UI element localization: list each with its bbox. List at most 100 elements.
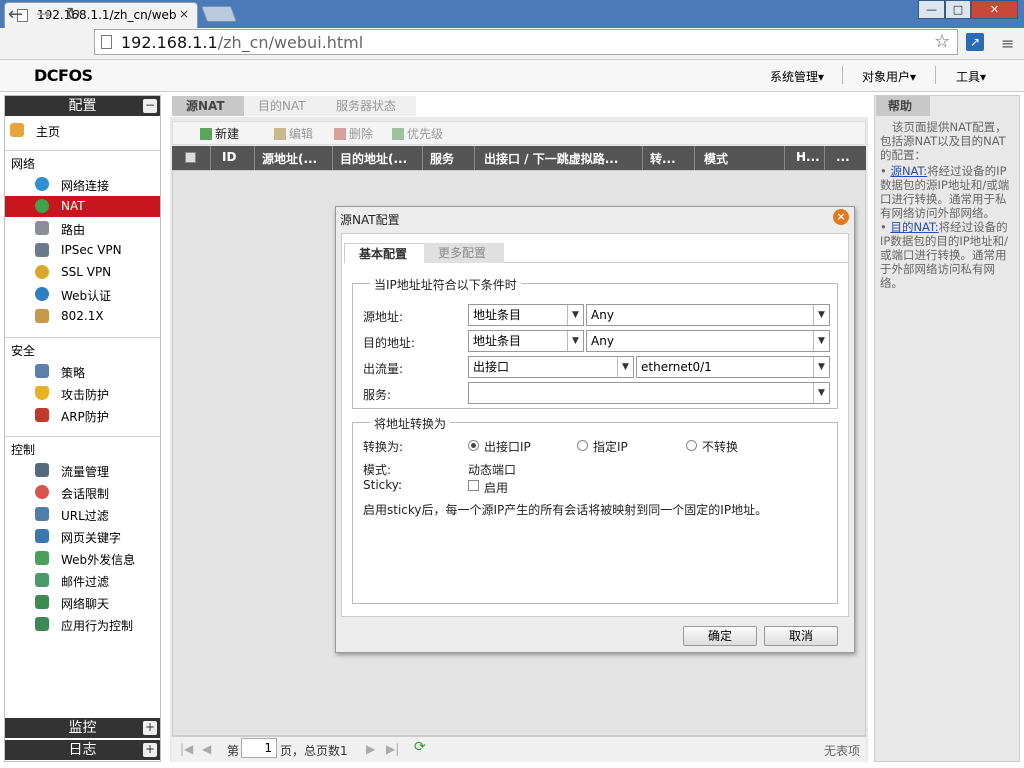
- sidebar-header-config[interactable]: 配置 −: [5, 96, 160, 116]
- vpn-icon: [35, 243, 49, 257]
- sidebar-item-web-auth[interactable]: Web认证: [5, 284, 160, 305]
- col-service[interactable]: 服务: [430, 150, 454, 167]
- sidebar-divider: [5, 337, 160, 338]
- window-close-button[interactable]: ✕: [971, 0, 1018, 19]
- sticky-checkbox[interactable]: [468, 480, 479, 491]
- radio-specified-ip-label[interactable]: 指定IP: [593, 438, 628, 455]
- ok-button[interactable]: 确定: [683, 626, 757, 646]
- last-page-icon[interactable]: ▶|: [386, 742, 399, 756]
- ssl-icon: [35, 265, 49, 279]
- browser-menu-icon[interactable]: ≡: [1001, 34, 1014, 53]
- source-address-type-select[interactable]: 地址条目 ▼: [468, 304, 584, 326]
- col-translate[interactable]: 转...: [650, 150, 676, 167]
- empty-indicator: 无表项: [824, 744, 861, 758]
- tab-server-status[interactable]: 服务器状态: [322, 96, 416, 116]
- tab-destination-nat[interactable]: 目的NAT: [244, 96, 328, 116]
- help-title: 帮助: [876, 96, 930, 116]
- page-total: 页，总页数1: [280, 744, 348, 758]
- col-more[interactable]: ...: [836, 150, 850, 164]
- sidebar-item-attack-defense[interactable]: 攻击防护: [5, 383, 160, 404]
- sidebar-item-network-connection[interactable]: 网络连接: [5, 174, 160, 195]
- bookmark-star-icon[interactable]: ☆: [934, 31, 950, 52]
- tab-source-nat[interactable]: 源NAT: [172, 96, 250, 116]
- collapse-icon[interactable]: −: [143, 99, 157, 113]
- sidebar-item-traffic-management[interactable]: 流量管理: [5, 460, 160, 481]
- keyword-icon: [35, 529, 49, 543]
- browser-tab[interactable]: 192.168.1.1/zh_cn/webui.html ×: [4, 2, 198, 28]
- prev-page-icon[interactable]: ◀: [202, 742, 211, 756]
- menu-system-admin[interactable]: 系统管理▾: [770, 68, 824, 85]
- col-h[interactable]: H...: [796, 150, 820, 164]
- sidebar-item-home[interactable]: 主页: [5, 120, 160, 141]
- web-auth-icon: [35, 287, 49, 301]
- reload-icon[interactable]: ↻: [66, 4, 81, 25]
- sidebar-section-logs[interactable]: 日志 +: [5, 740, 160, 760]
- radio-specified-ip[interactable]: [577, 440, 588, 451]
- egress-type-select[interactable]: 出接口 ▼: [468, 356, 634, 378]
- radio-egress-ip-label[interactable]: 出接口IP: [484, 438, 531, 455]
- egress-interface-select[interactable]: ethernet0/1 ▼: [636, 356, 830, 378]
- col-egress[interactable]: 出接口 / 下一跳虚拟路...: [484, 150, 618, 167]
- sidebar-item-mail-filter[interactable]: 邮件过滤: [5, 570, 160, 591]
- dialog-close-icon[interactable]: ×: [833, 209, 849, 225]
- tab-basic-config[interactable]: 基本配置: [344, 243, 426, 263]
- radio-no-translate[interactable]: [686, 440, 697, 451]
- sidebar-item-ipsec-vpn[interactable]: IPSec VPN: [5, 240, 160, 261]
- service-select[interactable]: ▼: [468, 382, 830, 404]
- menu-divider: [842, 66, 843, 84]
- sidebar-item-ssl-vpn[interactable]: SSL VPN: [5, 262, 160, 283]
- extension-icon[interactable]: ↗: [966, 33, 984, 51]
- destination-address-type-select[interactable]: 地址条目 ▼: [468, 330, 584, 352]
- destination-address-value-select[interactable]: Any ▼: [586, 330, 830, 352]
- next-page-icon[interactable]: ▶: [366, 742, 375, 756]
- expand-icon[interactable]: +: [143, 743, 157, 757]
- browser-tab-title: 192.168.1.1/zh_cn/webui.html: [37, 8, 177, 22]
- expand-icon[interactable]: +: [143, 721, 157, 735]
- cancel-button[interactable]: 取消: [764, 626, 838, 646]
- menu-tools[interactable]: 工具▾: [956, 68, 986, 85]
- select-all-checkbox[interactable]: [185, 152, 196, 163]
- sidebar-item-app-control[interactable]: 应用行为控制: [5, 614, 160, 635]
- globe-icon: [35, 177, 49, 191]
- address-bar[interactable]: 192.168.1.1/zh_cn/webui.html: [94, 29, 958, 55]
- sidebar-item-session-limit[interactable]: 会话限制: [5, 482, 160, 503]
- first-page-icon[interactable]: |◀: [180, 742, 193, 756]
- source-address-value-select[interactable]: Any ▼: [586, 304, 830, 326]
- col-destination-address[interactable]: 目的地址(...: [340, 150, 407, 167]
- sidebar-item-routing[interactable]: 路由: [5, 218, 160, 239]
- delete-button[interactable]: 删除: [334, 125, 373, 142]
- sidebar-item-8021x[interactable]: 802.1X: [5, 306, 160, 327]
- edit-button[interactable]: 编辑: [274, 125, 313, 142]
- sidebar-item-nat[interactable]: NAT: [5, 196, 160, 217]
- col-mode[interactable]: 模式: [704, 150, 728, 167]
- help-link-destination-nat[interactable]: 目的NAT:: [890, 220, 938, 234]
- sidebar-section-monitor[interactable]: 监控 +: [5, 718, 160, 738]
- page-number-input[interactable]: 1: [241, 738, 277, 758]
- col-id[interactable]: ID: [222, 150, 236, 164]
- back-icon[interactable]: ←: [8, 4, 23, 25]
- sidebar-item-url-filter[interactable]: URL过滤: [5, 504, 160, 525]
- traffic-icon: [35, 463, 49, 477]
- refresh-icon[interactable]: ⟳: [414, 739, 426, 755]
- sidebar-item-policy[interactable]: 策略: [5, 361, 160, 382]
- help-link-source-nat[interactable]: 源NAT:: [890, 164, 927, 178]
- sidebar-item-web-outbound[interactable]: Web外发信息: [5, 548, 160, 569]
- forward-icon[interactable]: →: [36, 4, 51, 25]
- maximize-button[interactable]: □: [945, 0, 971, 19]
- sticky-enable-label[interactable]: 启用: [484, 479, 508, 496]
- new-button[interactable]: 新建: [200, 125, 239, 142]
- sidebar-item-web-keyword[interactable]: 网页关键字: [5, 526, 160, 547]
- table-header: ID 源地址(... 目的地址(... 服务 出接口 / 下一跳虚拟路... 转…: [172, 146, 866, 170]
- tab-more-config[interactable]: 更多配置: [424, 243, 504, 263]
- close-tab-icon[interactable]: ×: [179, 7, 189, 21]
- minimize-button[interactable]: —: [918, 0, 945, 19]
- sticky-label: Sticky:: [363, 478, 403, 492]
- priority-button[interactable]: 优先级: [392, 125, 443, 142]
- new-tab-button[interactable]: [201, 6, 237, 22]
- menu-object-users[interactable]: 对象用户▾: [862, 68, 916, 85]
- radio-no-translate-label[interactable]: 不转换: [702, 438, 738, 455]
- sidebar-item-net-chat[interactable]: 网络聊天: [5, 592, 160, 613]
- radio-egress-ip[interactable]: [468, 440, 479, 451]
- sidebar-item-arp-defense[interactable]: ARP防护: [5, 405, 160, 426]
- col-source-address[interactable]: 源地址(...: [262, 150, 317, 167]
